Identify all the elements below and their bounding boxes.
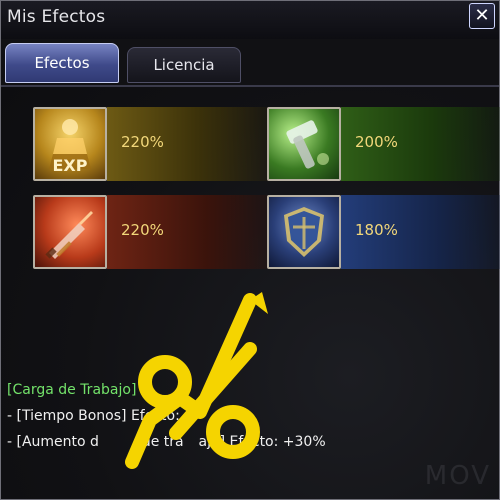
window-title: Mis Efectos <box>7 7 106 27</box>
description-heading: [Carga de Trabajo] <box>7 382 137 398</box>
description: [Carga de Trabajo] - [Tiempo Bonos] Efec… <box>7 377 487 455</box>
effect-bar-blue: 180% <box>341 195 500 269</box>
effect-bar-red: 220% <box>107 195 287 269</box>
description-line-1-suffix: % <box>234 408 249 424</box>
description-line-2: - [Aumento d de tra ajo] Efecto: +30% <box>7 429 487 455</box>
effects-panel: EXP 220% 200% 220% 180% [Carga de Trabaj… <box>1 87 500 499</box>
tab-efectos[interactable]: Efectos <box>5 43 119 83</box>
effects-window: Mis Efectos ✕ Efectos Licencia EXP 220% <box>0 0 500 500</box>
exp-label: EXP <box>53 156 88 175</box>
tab-licencia[interactable]: Licencia <box>127 47 241 83</box>
titlebar: Mis Efectos ✕ <box>1 1 499 39</box>
close-button[interactable]: ✕ <box>469 3 495 29</box>
shield-icon <box>267 195 341 269</box>
effect-percent: 180% <box>355 221 398 239</box>
description-line-1-text: - [Tiempo Bonos] Efecto: + <box>7 408 196 424</box>
exp-statue-icon: EXP <box>33 107 107 181</box>
description-line-2-middle: de tra <box>141 434 184 450</box>
description-line-2-start: - [Aumento d <box>7 434 99 450</box>
sword-icon <box>33 195 107 269</box>
effect-bar-gold: 220% <box>107 107 287 181</box>
description-line-1: - [Tiempo Bonos] Efecto: + % <box>7 403 487 429</box>
hammer-icon <box>267 107 341 181</box>
tab-bar: Efectos Licencia <box>1 39 499 85</box>
effect-bar-green: 200% <box>341 107 500 181</box>
description-line-2-end: ajo] Efecto: +30% <box>198 434 326 450</box>
watermark: MOV <box>424 461 491 491</box>
effect-percent: 220% <box>121 221 164 239</box>
effect-percent: 220% <box>121 133 164 151</box>
effect-percent: 200% <box>355 133 398 151</box>
